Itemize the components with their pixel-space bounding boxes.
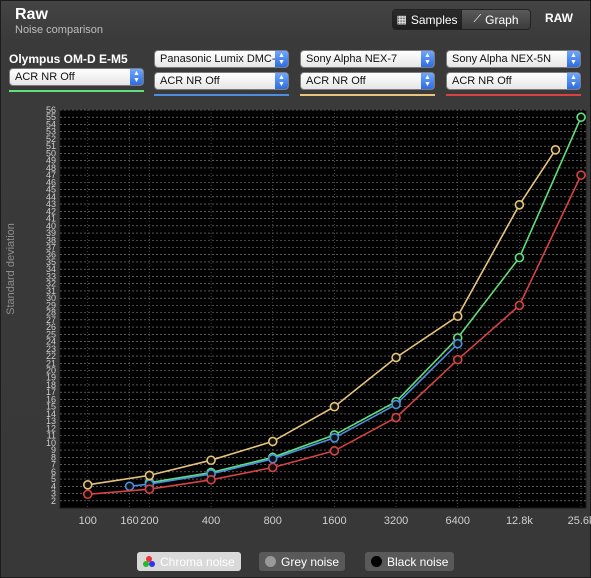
data-point [329, 401, 340, 412]
data-point [391, 352, 401, 363]
data-point [267, 462, 278, 473]
x-tick-label: 800 [264, 515, 282, 527]
data-point [206, 474, 216, 485]
data-point [576, 170, 586, 180]
black-dot-icon [371, 556, 382, 567]
data-point [514, 300, 525, 311]
data-point [144, 470, 155, 481]
x-tick-label: 1600 [322, 515, 346, 527]
y-axis-label: Standard deviation [5, 223, 17, 315]
noise-chart: 2345678910111213141516171819202122232425… [5, 105, 591, 527]
x-tick-label: 160 [120, 515, 138, 527]
chroma-noise-button[interactable]: Chroma noise [137, 552, 241, 571]
grey-dot-icon [265, 556, 276, 567]
x-tick-label: 200 [140, 515, 158, 527]
data-point [391, 399, 401, 410]
data-point [452, 338, 463, 349]
grey-noise-label: Grey noise [281, 554, 340, 569]
data-point [452, 354, 463, 365]
data-point [267, 453, 278, 464]
black-noise-label: Black noise [387, 554, 449, 569]
x-tick-label: 12.8k [506, 515, 533, 527]
x-tick-label: 25.6k [568, 515, 591, 527]
data-point [576, 112, 586, 123]
data-point [514, 199, 525, 210]
data-point [391, 412, 401, 423]
data-point [206, 455, 216, 466]
grey-noise-button[interactable]: Grey noise [259, 552, 346, 571]
y-tick-label: 56 [46, 105, 56, 115]
black-noise-button[interactable]: Black noise [365, 552, 455, 571]
x-tick-label: 100 [79, 515, 97, 527]
data-point [82, 480, 93, 490]
data-point [124, 481, 135, 492]
data-point [550, 145, 561, 155]
data-point [514, 252, 525, 263]
data-point [452, 311, 463, 322]
data-point [329, 433, 340, 443]
x-tick-label: 6400 [445, 515, 469, 527]
data-point [82, 489, 93, 500]
data-point [144, 484, 155, 494]
rgb-dots-icon [143, 555, 155, 568]
data-point [329, 446, 340, 456]
data-point [267, 436, 278, 447]
chroma-noise-label: Chroma noise [160, 554, 235, 569]
x-tick-label: 400 [202, 515, 220, 527]
x-tick-label: 3200 [384, 515, 408, 527]
plot-area [59, 109, 587, 509]
